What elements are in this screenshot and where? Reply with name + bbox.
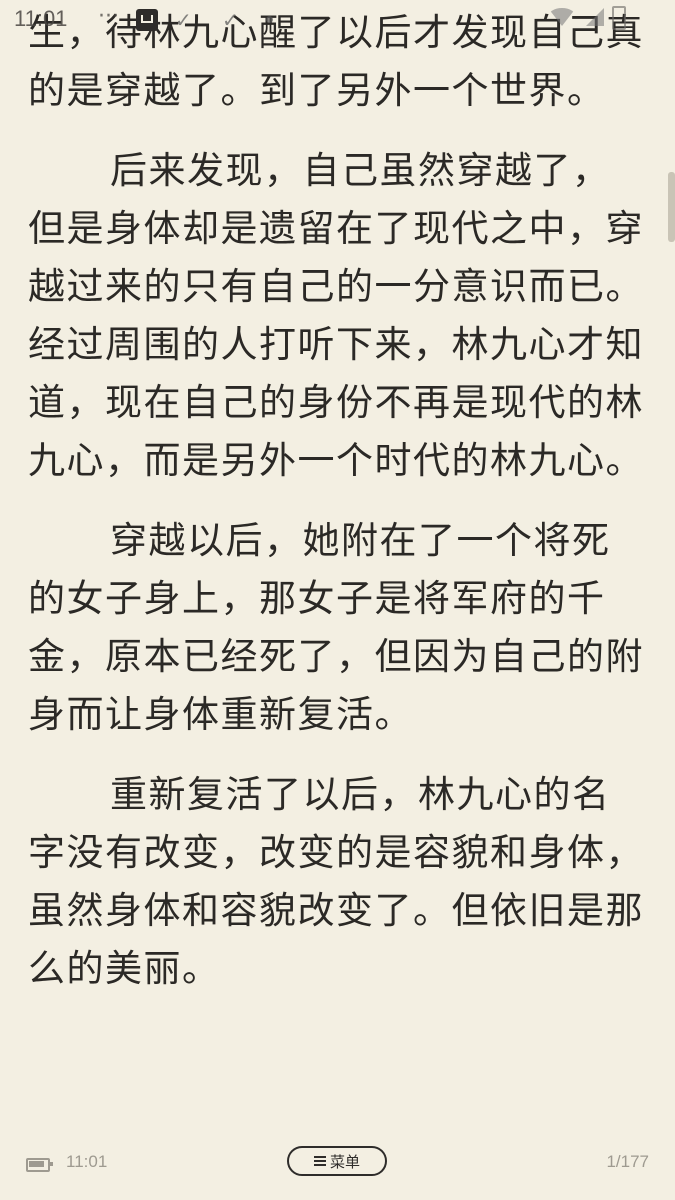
status-bar: 11:01 ··· ✓ ✓ [0,0,675,40]
page-indicator: 1/177 [606,1152,649,1171]
paragraph: 后来发现，自己虽然穿越了，但是身体却是遗留在了现代之中，穿越过来的只有自己的一分… [28,149,644,482]
dot-icon [266,16,273,23]
signal-icon [586,8,604,26]
status-time: 11:01 [14,6,68,31]
paragraph: 穿越以后，她附在了一个将死的女子身上，那女子是将军府的千金，原本已经死了，但因为… [28,519,644,736]
reader-content[interactable]: 生，待林九心醒了以后才发现自己真的是穿越了。到了另外一个世界。 后来发现，自己虽… [28,0,648,1020]
status-more-icon: ··· [98,4,119,29]
battery-icon [612,6,626,30]
check-icon: ✓ [222,8,239,32]
battery-icon [26,1158,53,1172]
notification-icon [136,9,158,31]
list-icon [313,1155,326,1167]
bottom-bar: 11:01 菜单 1/177 [0,1134,675,1200]
bottom-time: 11:01 [66,1152,108,1171]
wifi-icon [548,8,576,26]
paragraph: 重新复活了以后，林九心的名字没有改变，改变的是容貌和身体，虽然身体和容貌改变了。… [28,773,644,990]
check-icon: ✓ [175,8,192,32]
scrollbar-thumb[interactable] [668,172,675,242]
menu-label: 菜单 [329,1152,360,1171]
menu-button[interactable]: 菜单 [287,1146,387,1176]
